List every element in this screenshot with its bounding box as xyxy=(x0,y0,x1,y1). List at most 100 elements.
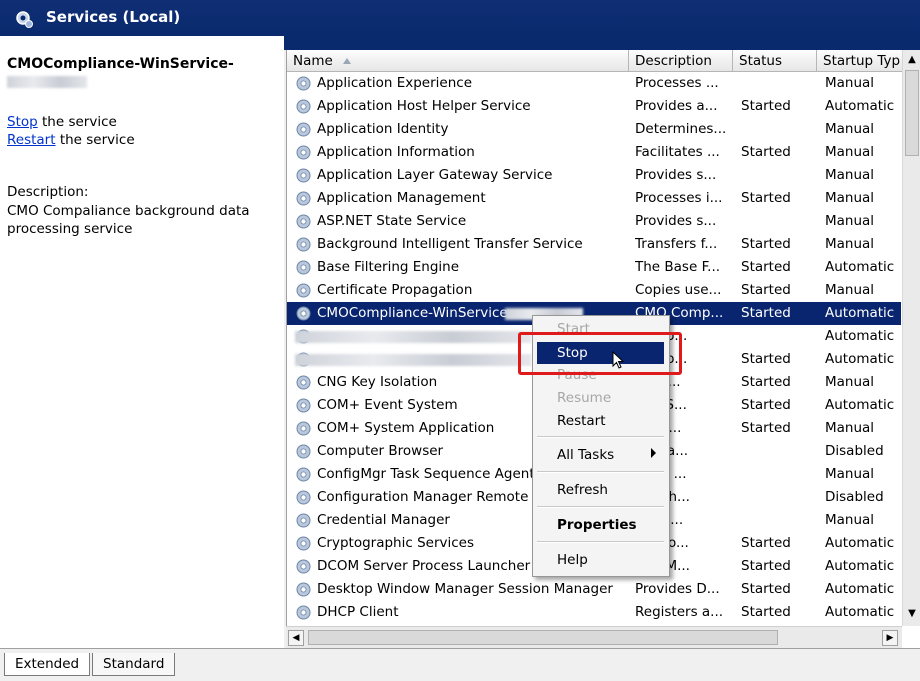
cell-description: Provides s... xyxy=(635,213,717,229)
sort-ascending-icon xyxy=(342,58,351,64)
tab-extended[interactable]: Extended xyxy=(4,653,91,676)
view-tabs: Extended Standard xyxy=(0,648,920,681)
column-name-label: Name xyxy=(293,53,333,69)
table-row[interactable]: ASP.NET State Service Provides s... Manual xyxy=(287,210,901,233)
table-row[interactable]: Application Information Facilitates ... St… xyxy=(287,141,901,164)
cell-name: Background Intelligent Transfer Service xyxy=(317,236,583,252)
restart-action: Restart the service xyxy=(7,132,135,148)
stop-action: Stop the service xyxy=(7,114,117,130)
cell-status: Started xyxy=(741,351,791,367)
cell-startup: Manual xyxy=(825,466,875,482)
stop-highlight-box xyxy=(518,332,682,375)
cell-description: Provides D... xyxy=(635,581,720,597)
menu-separator xyxy=(537,436,664,438)
vertical-scrollbar[interactable]: ▲ ▼ xyxy=(902,50,920,626)
horizontal-scrollbar[interactable]: ◀ ▶ xyxy=(286,626,902,649)
header-curve xyxy=(272,36,920,50)
service-gear-icon xyxy=(295,604,312,621)
menu-item-help[interactable]: Help xyxy=(557,549,588,571)
table-row[interactable]: Application Experience Processes ... Manua… xyxy=(287,72,901,95)
cell-startup: Manual xyxy=(825,374,875,390)
table-row[interactable]: Application Identity Determines... Manual xyxy=(287,118,901,141)
cell-name: Desktop Window Manager Session Manager xyxy=(317,581,613,597)
redacted-name-fragment xyxy=(7,76,87,88)
cell-startup: Automatic xyxy=(825,535,895,551)
cell-name: Base Filtering Engine xyxy=(317,259,460,275)
cell-status: Started xyxy=(741,420,791,436)
redacted-service-name xyxy=(295,354,531,366)
menu-separator xyxy=(537,471,664,473)
service-gear-icon xyxy=(295,98,312,115)
cell-name: ASP.NET State Service xyxy=(317,213,467,229)
cell-name: Application Information xyxy=(317,144,475,160)
cell-startup: Automatic xyxy=(825,259,895,275)
cell-startup: Manual xyxy=(825,420,875,436)
scroll-down-icon[interactable]: ▼ xyxy=(904,606,920,622)
column-header-description[interactable]: Description xyxy=(629,50,733,72)
service-gear-icon xyxy=(295,443,312,460)
vertical-scroll-thumb[interactable] xyxy=(905,70,919,156)
tab-standard[interactable]: Standard xyxy=(92,653,176,676)
scroll-left-icon[interactable]: ◀ xyxy=(288,630,304,646)
redacted-service-name xyxy=(295,331,531,343)
table-row[interactable]: Desktop Window Manager Session Manager Pr… xyxy=(287,578,901,601)
cell-description: Transfers f... xyxy=(635,236,718,252)
cell-description: Provides s... xyxy=(635,167,717,183)
service-gear-icon xyxy=(295,420,312,437)
table-row[interactable]: DHCP Client Registers a... Started Automati… xyxy=(287,601,901,624)
restart-service-link[interactable]: Restart xyxy=(7,132,56,148)
service-gear-icon xyxy=(295,167,312,184)
cell-description: Processes i... xyxy=(635,190,723,206)
cell-status: Started xyxy=(741,98,791,114)
column-header-status[interactable]: Status xyxy=(733,50,817,72)
cell-status: Started xyxy=(741,236,791,252)
menu-separator xyxy=(537,541,664,543)
cell-status: Started xyxy=(741,374,791,390)
menu-item-resume[interactable]: Resume xyxy=(557,387,611,409)
service-gear-icon xyxy=(295,466,312,483)
cell-startup: Disabled xyxy=(825,443,884,459)
cell-status: Started xyxy=(741,558,791,574)
cell-name: Application Identity xyxy=(317,121,449,137)
cell-status: Started xyxy=(741,259,791,275)
service-gear-icon xyxy=(295,213,312,230)
menu-item-all-tasks[interactable]: All Tasks xyxy=(557,444,614,466)
cell-status: Started xyxy=(741,282,791,298)
table-row[interactable]: Base Filtering Engine The Base F... Starte… xyxy=(287,256,901,279)
table-row[interactable]: Application Management Processes i... Star… xyxy=(287,187,901,210)
cell-startup: Manual xyxy=(825,282,875,298)
cell-startup: Manual xyxy=(825,121,875,137)
table-row[interactable]: Application Host Helper Service Provides … xyxy=(287,95,901,118)
table-row[interactable]: Certificate Propagation Copies use... Star… xyxy=(287,279,901,302)
stop-suffix: the service xyxy=(37,114,117,130)
service-gear-icon xyxy=(295,581,312,598)
service-gear-icon xyxy=(295,558,312,575)
cell-status: Started xyxy=(741,604,791,620)
service-gear-icon xyxy=(295,535,312,552)
column-header-startup[interactable]: Startup Typ xyxy=(817,50,903,72)
table-row[interactable]: Background Intelligent Transfer Service T… xyxy=(287,233,901,256)
stop-service-link[interactable]: Stop xyxy=(7,114,38,130)
cell-name: Application Layer Gateway Service xyxy=(317,167,553,183)
cell-startup: Manual xyxy=(825,213,875,229)
column-header-name[interactable]: Name xyxy=(287,50,629,72)
cell-startup: Automatic xyxy=(825,351,895,367)
horizontal-scroll-thumb[interactable] xyxy=(308,630,778,645)
column-status-label: Status xyxy=(739,53,783,69)
table-row[interactable]: Application Layer Gateway Service Provide… xyxy=(287,164,901,187)
cell-description: The Base F... xyxy=(635,259,721,275)
cell-startup: Disabled xyxy=(825,489,884,505)
cell-startup: Automatic xyxy=(825,397,895,413)
cell-name: Application Experience xyxy=(317,75,473,91)
scroll-right-icon[interactable]: ▶ xyxy=(882,630,898,646)
restart-suffix: the service xyxy=(55,132,135,148)
menu-item-refresh[interactable]: Refresh xyxy=(557,479,608,501)
menu-item-restart[interactable]: Restart xyxy=(557,410,606,432)
cell-startup: Manual xyxy=(825,144,875,160)
cell-description: Provides a... xyxy=(635,98,718,114)
cell-name: Application Host Helper Service xyxy=(317,98,531,114)
scroll-up-icon[interactable]: ▲ xyxy=(904,52,920,68)
menu-separator xyxy=(537,506,664,508)
menu-item-properties[interactable]: Properties xyxy=(557,514,637,536)
cell-startup: Manual xyxy=(825,190,875,206)
